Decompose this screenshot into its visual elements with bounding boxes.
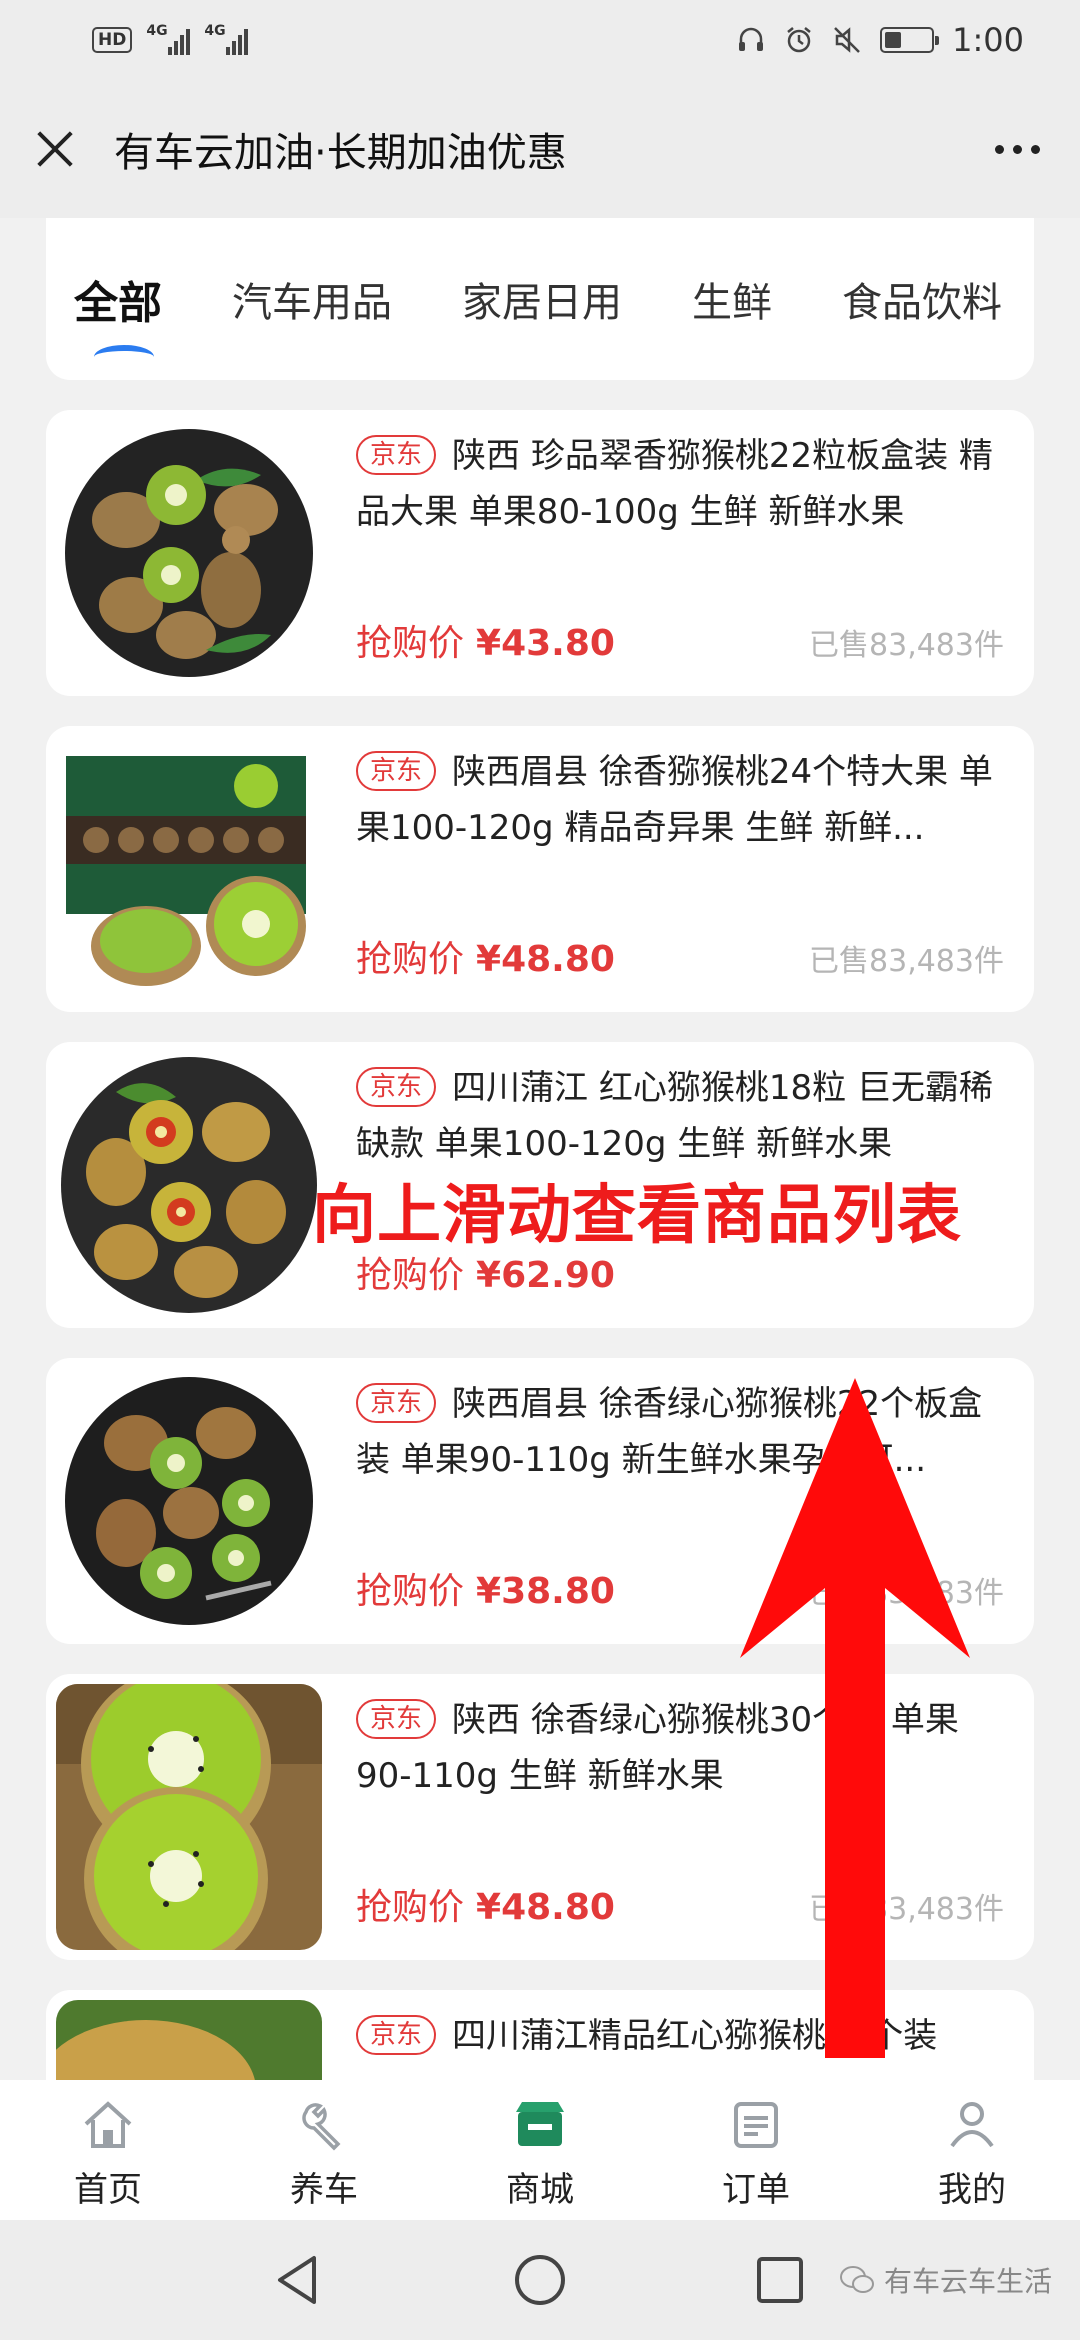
nav-label: 养车 (290, 2170, 358, 2210)
product-name: 京东 四川蒲江 红心猕猴桃18粒 巨无霸稀缺款 单果100-120g 生鲜 新鲜水… (356, 1060, 1004, 1172)
watermark-text: 有车云车生活 (883, 2265, 1052, 2298)
nav-label: 商城 (506, 2170, 574, 2210)
recents-icon[interactable] (750, 2250, 810, 2310)
sold-count: 已售83,483件 (809, 628, 1004, 663)
product-info: 京东 陕西 珍品翠香猕猴桃22粒板盒装 精品大果 单果80-100g 生鲜 新鲜水… (356, 428, 1004, 696)
tab-home-goods[interactable]: 家居日用 (462, 270, 622, 328)
home-icon (84, 2101, 132, 2148)
jd-tag: 京东 (356, 435, 437, 475)
signal-icon-2: 4G (204, 23, 249, 55)
up-arrow-icon (740, 1378, 970, 2058)
signal-icon-1: 4G (146, 23, 191, 55)
price-value: ¥62.90 (476, 1255, 615, 1296)
nav-orders[interactable]: 订单 (648, 2080, 864, 2220)
product-image (56, 1684, 322, 1950)
wrench-icon (302, 2103, 341, 2151)
home-circle-icon[interactable] (510, 2250, 570, 2310)
product-name: 京东 陕西眉县 徐香猕猴桃24个特大果 单果100-120g 精品奇异果 生鲜 新… (356, 744, 1004, 856)
swipe-up-hint: 向上滑动查看商品列表 (312, 1179, 962, 1253)
headset-icon (739, 27, 764, 51)
product-card[interactable]: 京东 陕西眉县 徐香猕猴桃24个特大果 单果100-120g 精品奇异果 生鲜 新… (46, 726, 1034, 1012)
product-title: 四川蒲江 红心猕猴桃18粒 巨无霸稀缺款 单果100-120g 生鲜 新鲜水果 (356, 1068, 993, 1164)
price-label: 抢购价 (356, 939, 465, 980)
order-icon (734, 2102, 778, 2148)
jd-tag: 京东 (356, 1699, 437, 1739)
nav-label: 我的 (938, 2170, 1006, 2210)
clock-time: 1:00 (952, 21, 1024, 59)
tab-food-drinks[interactable]: 食品饮料 (842, 270, 1002, 328)
nav-home[interactable]: 首页 (0, 2080, 216, 2220)
title-bar: 有车云加油·长期加油优惠 (0, 80, 1080, 218)
nav-label: 订单 (722, 2170, 790, 2210)
profile-icon (950, 2102, 994, 2148)
status-bar: HD 4G 4G 1:00 (0, 0, 1080, 80)
product-title: 陕西眉县 徐香猕猴桃24个特大果 单果100-120g 精品奇异果 生鲜 新鲜.… (356, 752, 993, 848)
tab-all[interactable]: 全部 (74, 267, 162, 351)
price-label: 抢购价 (356, 1571, 465, 1612)
nav-label: 首页 (74, 2170, 142, 2210)
tab-car-supplies[interactable]: 汽车用品 (232, 270, 392, 328)
battery-fill (885, 32, 901, 48)
category-tabs: 全部 汽车用品 家居日用 生鲜 食品饮料 (46, 218, 1034, 380)
nav-profile[interactable]: 我的 (864, 2080, 1080, 2220)
more-options-button[interactable] (985, 135, 1050, 164)
mute-icon (834, 27, 861, 53)
price-value: ¥48.80 (476, 1887, 615, 1928)
tab-fresh[interactable]: 生鲜 (692, 270, 772, 328)
close-button[interactable] (30, 124, 80, 174)
jd-tag: 京东 (356, 2015, 437, 2055)
jd-tag: 京东 (356, 751, 437, 791)
price-label: 抢购价 (356, 623, 465, 664)
jd-tag: 京东 (356, 1067, 437, 1107)
bottom-nav: 首页 养车 商城 订单 我的 (0, 2080, 1080, 2220)
price-value: ¥38.80 (476, 1571, 615, 1612)
product-name: 京东 陕西 珍品翠香猕猴桃22粒板盒装 精品大果 单果80-100g 生鲜 新鲜水… (356, 428, 1004, 540)
product-info: 京东 陕西眉县 徐香猕猴桃24个特大果 单果100-120g 精品奇异果 生鲜 新… (356, 744, 1004, 1012)
system-nav-bar: 有车云车生活 (0, 2220, 1080, 2340)
network-type-1: 4G (146, 23, 168, 39)
status-left: HD 4G 4G (92, 23, 249, 55)
price-row: 抢购价 ¥43.80 已售83,483件 (356, 614, 1004, 666)
product-card[interactable]: 京东 陕西 珍品翠香猕猴桃22粒板盒装 精品大果 单果80-100g 生鲜 新鲜水… (46, 410, 1034, 696)
battery-icon (880, 27, 940, 53)
back-icon[interactable] (270, 2250, 330, 2310)
status-right: 1:00 (736, 21, 1024, 59)
watermark: 有车云车生活 (839, 2260, 1052, 2300)
jd-tag: 京东 (356, 1383, 437, 1423)
price-label: 抢购价 (356, 1887, 465, 1928)
product-title: 陕西 珍品翠香猕猴桃22粒板盒装 精品大果 单果80-100g 生鲜 新鲜水果 (356, 436, 993, 532)
price-value: ¥48.80 (476, 939, 615, 980)
store-icon (516, 2102, 564, 2146)
sold-count: 已售83,483件 (809, 944, 1004, 979)
alarm-icon (787, 27, 811, 53)
product-image (56, 2000, 322, 2080)
nav-car-care[interactable]: 养车 (216, 2080, 432, 2220)
hd-badge: HD (92, 27, 133, 53)
network-type-2: 4G (204, 23, 226, 39)
product-image (56, 736, 322, 1002)
product-image (56, 1368, 322, 1634)
product-image (56, 1052, 322, 1318)
price-row: 抢购价 ¥48.80 已售83,483件 (356, 930, 1004, 982)
wechat-icon (839, 2266, 874, 2293)
price-value: ¥43.80 (476, 623, 615, 664)
product-image (56, 420, 322, 686)
page-title: 有车云加油·长期加油优惠 (114, 130, 567, 176)
nav-store[interactable]: 商城 (432, 2080, 648, 2220)
